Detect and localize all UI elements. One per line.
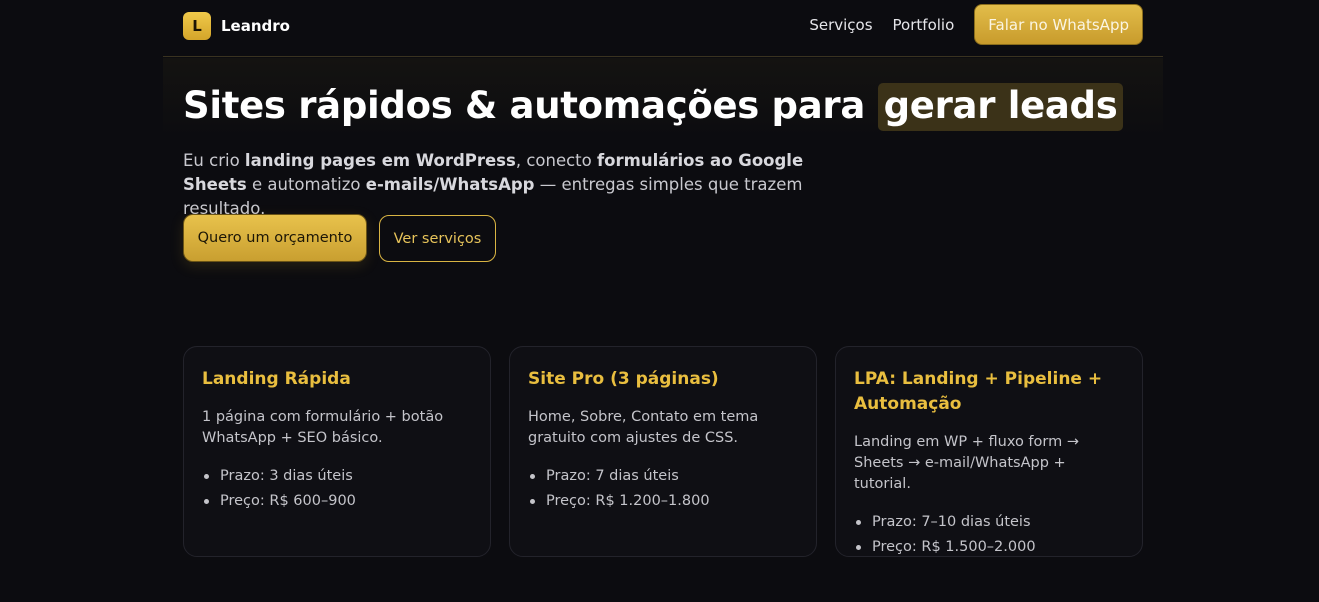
card-detail-item: Prazo: 3 dias úteis: [202, 464, 472, 489]
service-card: Site Pro (3 páginas) Home, Sobre, Contat…: [509, 346, 817, 557]
card-details: Prazo: 3 dias úteis Preço: R$ 600–900: [202, 464, 472, 514]
brand[interactable]: L Leandro: [183, 12, 290, 40]
whatsapp-cta-button[interactable]: Falar no WhatsApp: [974, 4, 1143, 45]
card-title: LPA: Landing + Pipeline + Automação: [854, 369, 1103, 414]
hero-title-highlight: gerar leads: [877, 83, 1124, 131]
hero-title: Sites rápidos & automações para gerar le…: [183, 83, 1143, 131]
brand-name: Leandro: [221, 17, 290, 35]
card-detail-item: Preço: R$ 600–900: [202, 489, 472, 514]
hero-sub-bold: e-mails/WhatsApp: [365, 175, 535, 194]
card-detail-item: Preço: R$ 1.500–2.000: [854, 535, 1124, 560]
site-header: L Leandro Serviços Portfolio Falar no Wh…: [163, 0, 1163, 57]
request-quote-button[interactable]: Quero um orçamento: [183, 214, 367, 262]
card-details: Prazo: 7–10 dias úteis Preço: R$ 1.500–2…: [854, 510, 1124, 560]
service-card: Landing Rápida 1 página com formulário +…: [183, 346, 491, 557]
hero-sub-text: , conecto: [515, 151, 597, 170]
card-description: 1 página com formulário + botão WhatsApp…: [202, 409, 444, 446]
hero-sub-text: Eu crio: [183, 151, 245, 170]
page: L Leandro Serviços Portfolio Falar no Wh…: [163, 0, 1163, 602]
card-detail-item: Preço: R$ 1.200–1.800: [528, 489, 798, 514]
logo-badge: L: [183, 12, 211, 40]
hero-sub-text: e automatizo: [246, 175, 366, 194]
card-description: Home, Sobre, Contato em tema gratuito co…: [528, 409, 759, 446]
card-detail-item: Prazo: 7 dias úteis: [528, 464, 798, 489]
nav-link-portfolio[interactable]: Portfolio: [893, 16, 955, 34]
card-title: Site Pro (3 páginas): [528, 369, 719, 389]
card-details: Prazo: 7 dias úteis Preço: R$ 1.200–1.80…: [528, 464, 798, 514]
hero-sub-bold: landing pages em WordPress: [244, 151, 516, 170]
service-card: LPA: Landing + Pipeline + Automação Land…: [835, 346, 1143, 557]
services-cards: Landing Rápida 1 página com formulário +…: [183, 346, 1143, 557]
hero-title-main: Sites rápidos & automações para: [183, 84, 878, 127]
nav-link-servicos[interactable]: Serviços: [809, 16, 872, 34]
main-nav: Serviços Portfolio Falar no WhatsApp: [809, 4, 1143, 45]
card-title: Landing Rápida: [202, 369, 351, 389]
hero-subtitle: Eu crio landing pages em WordPress, cone…: [183, 149, 863, 221]
card-description: Landing em WP + fluxo form → Sheets → e-…: [854, 434, 1079, 492]
view-services-button[interactable]: Ver serviços: [379, 215, 496, 262]
card-detail-item: Prazo: 7–10 dias úteis: [854, 510, 1124, 535]
